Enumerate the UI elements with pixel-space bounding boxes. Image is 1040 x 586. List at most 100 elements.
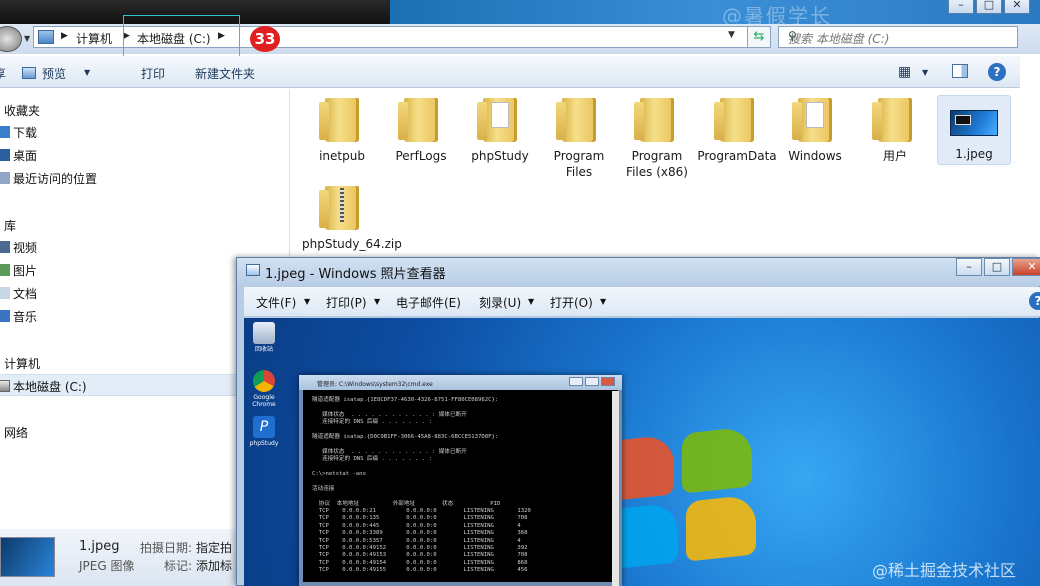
tag-value[interactable]: 添加标: [196, 557, 232, 574]
menu-print[interactable]: 打印(P): [326, 294, 367, 311]
download-icon: [0, 126, 10, 138]
file-name: ProgramData: [697, 149, 777, 163]
sidebar-item-pictures[interactable]: 图片: [13, 262, 37, 279]
cmd-line: TCP 0.0.0.0:135 0.0.0.0:0 LISTENING 708: [312, 515, 528, 522]
pictures-icon: [0, 264, 10, 276]
file-name: 用户: [882, 149, 907, 163]
windows-logo: [604, 426, 774, 586]
cmd-line: TCP 0.0.0.0:5357 0.0.0.0:0 LISTENING 4: [312, 537, 521, 544]
desktop-icon: [0, 149, 10, 161]
date-value[interactable]: 指定拍: [196, 539, 232, 556]
refresh-button[interactable]: ⇆: [747, 26, 771, 48]
sidebar-item-documents[interactable]: 文档: [13, 285, 37, 302]
search-input[interactable]: 搜索 本地磁盘 (C:) ⚲: [778, 26, 1018, 48]
cmd-line: TCP 0.0.0.0:445 0.0.0.0:0 LISTENING 4: [312, 522, 521, 529]
help-icon[interactable]: ?: [988, 63, 1006, 81]
phpstudy-icon: P: [253, 416, 275, 438]
file-item[interactable]: Windows: [775, 90, 855, 164]
date-label: 拍摄日期:: [140, 541, 193, 555]
cmd-scrollbar: [612, 391, 619, 586]
highlight-box: [123, 15, 240, 62]
folder-icon: [714, 98, 754, 142]
drive-icon: [0, 380, 10, 392]
maximize-button[interactable]: □: [984, 258, 1010, 276]
computer-header[interactable]: 计算机: [4, 355, 40, 372]
image-thumbnail-icon: [950, 110, 998, 136]
history-dropdown-icon[interactable]: ▼: [24, 34, 30, 43]
music-icon: [0, 310, 10, 322]
folder-icon: [792, 98, 832, 142]
file-name: Program Files: [553, 149, 605, 179]
chevron-down-icon[interactable]: ▼: [374, 297, 380, 306]
file-item[interactable]: phpStudy: [460, 90, 540, 164]
file-name: PerfLogs: [395, 149, 447, 163]
menu-open[interactable]: 打开(O): [550, 294, 593, 311]
close-icon: [601, 377, 615, 386]
sidebar-item-recent[interactable]: 最近访问的位置: [13, 170, 97, 187]
file-item[interactable]: 用户: [855, 90, 935, 164]
sidebar-item-desktop[interactable]: 桌面: [13, 147, 37, 164]
folder-icon: [634, 98, 674, 142]
chrome-icon: [253, 370, 275, 392]
view-options-icon[interactable]: ▦: [898, 64, 911, 80]
share-button[interactable]: 享: [0, 65, 6, 82]
file-item[interactable]: PerfLogs: [381, 90, 461, 164]
command-bar: 享 预览 ▼ 打印 新建文件夹 ▦ ▼ ?: [0, 56, 1020, 88]
computer-icon: [38, 30, 54, 44]
favorites-header[interactable]: 收藏夹: [4, 102, 40, 119]
chevron-down-icon[interactable]: ▼: [528, 297, 534, 306]
step-badge: 33: [250, 26, 280, 52]
cmd-line: TCP 0.0.0.0:21 0.0.0.0:0 LISTENING 1320: [312, 508, 531, 514]
viewer-title: 1.jpeg - Windows 照片查看器: [265, 267, 446, 282]
menu-burn[interactable]: 刻录(U): [479, 294, 521, 311]
network-header[interactable]: 网络: [4, 424, 28, 441]
chevron-right-icon[interactable]: ▶: [61, 31, 68, 41]
watermark-bottom: @稀土掘金技术社区: [872, 561, 1017, 580]
breadcrumb-computer[interactable]: 计算机: [76, 30, 112, 47]
preview-dropdown-icon[interactable]: ▼: [84, 68, 90, 77]
cmd-title: 管理员: C:\Windows\system32\cmd.exe: [317, 381, 433, 388]
menu-email[interactable]: 电子邮件(E): [396, 294, 461, 311]
print-button[interactable]: 打印: [141, 65, 165, 82]
file-item[interactable]: phpStudy_64.zip: [302, 178, 402, 252]
file-item[interactable]: Program Files: [539, 90, 619, 180]
maximize-icon: [585, 377, 599, 386]
file-item[interactable]: inetpub: [302, 90, 382, 164]
close-button[interactable]: ✕: [1004, 0, 1030, 14]
details-filename: 1.jpeg: [79, 539, 120, 554]
sidebar-item-videos[interactable]: 视频: [13, 239, 37, 256]
chevron-down-icon[interactable]: ▼: [600, 297, 606, 306]
preview-button[interactable]: 预览: [42, 65, 66, 82]
sidebar-item-music[interactable]: 音乐: [13, 308, 37, 325]
view-dropdown-icon[interactable]: ▼: [922, 68, 928, 77]
menu-file[interactable]: 文件(F): [256, 294, 296, 311]
cmd-line: 连接特定的 DNS 后缀 . . . . . . . :: [312, 419, 432, 426]
folder-icon: [319, 98, 359, 142]
preview-pane-icon[interactable]: [952, 64, 968, 78]
file-item[interactable]: 1.jpeg: [934, 90, 1014, 162]
cmd-line: TCP 0.0.0.0:49155 0.0.0.0:0 LISTENING 45…: [312, 567, 528, 574]
folder-icon: [398, 98, 438, 142]
viewer-help-icon[interactable]: ?: [1029, 292, 1040, 310]
search-icon[interactable]: ⚲: [788, 29, 1011, 43]
cmd-line: 媒体状态 . . . . . . . . . . . . : 媒体已断开: [312, 448, 467, 455]
folder-icon: [872, 98, 912, 142]
sidebar-item-downloads[interactable]: 下载: [13, 124, 37, 141]
details-filetype: JPEG 图像: [79, 559, 135, 573]
minimize-button[interactable]: –: [956, 258, 982, 276]
libraries-header[interactable]: 库: [4, 217, 16, 234]
cmd-line: TCP 0.0.0.0:49154 0.0.0.0:0 LISTENING 86…: [312, 559, 528, 566]
photo-viewer-icon: [246, 264, 260, 276]
folder-icon: [556, 98, 596, 142]
sidebar-item-local-disk[interactable]: 本地磁盘 (C:): [13, 378, 87, 395]
address-dropdown-icon[interactable]: ▼: [728, 30, 735, 40]
new-folder-button[interactable]: 新建文件夹: [195, 65, 255, 82]
maximize-button[interactable]: □: [976, 0, 1002, 14]
close-button[interactable]: ✕: [1012, 258, 1040, 276]
file-item[interactable]: ProgramData: [697, 90, 777, 164]
file-item[interactable]: Program Files (x86): [617, 90, 697, 180]
chevron-down-icon[interactable]: ▼: [304, 297, 310, 306]
cmd-line: C:\>netstat -ano: [312, 471, 366, 477]
minimize-button[interactable]: –: [948, 0, 974, 14]
documents-icon: [0, 287, 10, 299]
